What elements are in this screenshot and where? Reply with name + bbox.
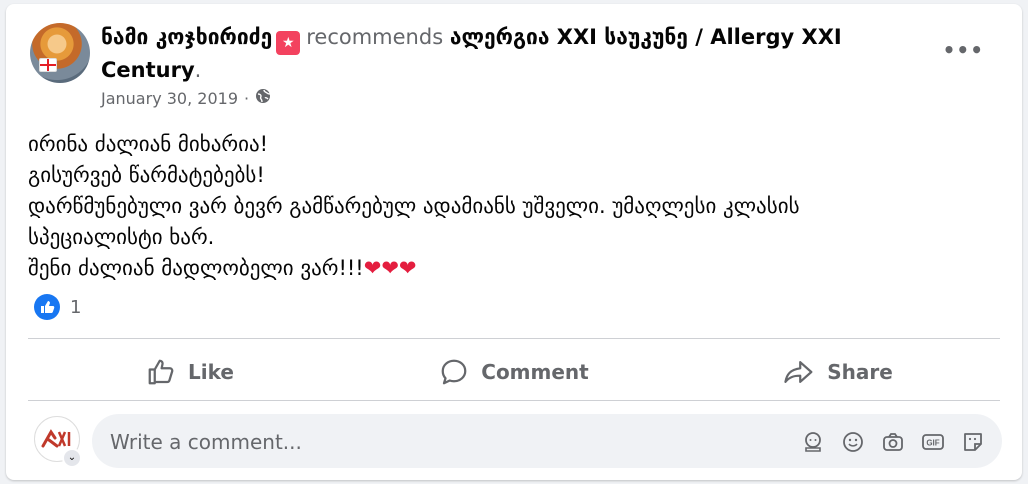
- post-body-line: გისურვებ წარმატებებს!: [28, 163, 265, 187]
- chevron-down-icon[interactable]: ⌄: [62, 448, 82, 468]
- comment-field-container[interactable]: GIF: [92, 414, 1002, 468]
- allergy-page-logo-icon: [41, 429, 71, 448]
- page-name[interactable]: ალერგია XXI საუკუნე / Allergy XXI: [450, 25, 842, 49]
- comment-button-label: Comment: [481, 360, 589, 384]
- comment-bubble-icon: [441, 359, 467, 385]
- author-name[interactable]: ნამი კოჯხირიძე: [101, 25, 272, 49]
- author-avatar[interactable]: [30, 23, 90, 83]
- post-meta: January 30, 2019 ·: [101, 88, 271, 108]
- camera-icon[interactable]: [880, 429, 906, 455]
- avatar-sticker-icon[interactable]: [800, 429, 826, 455]
- post-card: ნამი კოჯხირიძე ★ recommends ალერგია XXI სა…: [6, 4, 1022, 480]
- meta-separator: ·: [244, 88, 250, 108]
- post-body-line: შენი ძალიან მადლობელი ვარ!!!: [28, 256, 364, 280]
- post-body-line-last: შენი ძალიან მადლობელი ვარ!!!❤❤❤: [28, 253, 988, 284]
- heart-emoji-icons: ❤❤❤: [363, 256, 417, 280]
- gif-icon[interactable]: GIF: [920, 429, 946, 455]
- comment-tools: GIF: [800, 429, 986, 455]
- divider: [28, 338, 1000, 339]
- comment-input[interactable]: [108, 428, 712, 456]
- share-button[interactable]: Share: [676, 341, 1000, 403]
- post-body-line: ირინა ძალიან მიხარია!: [28, 132, 269, 156]
- post-body: ირინა ძალიან მიხარია! გისურვებ წარმატებე…: [28, 129, 988, 284]
- thumbs-up-icon: [148, 359, 174, 385]
- reaction-count[interactable]: 1: [70, 297, 81, 318]
- post-date[interactable]: January 30, 2019: [101, 89, 238, 108]
- action-bar: Like Comment Share: [28, 341, 1000, 403]
- reactions-summary[interactable]: 1: [34, 294, 81, 320]
- share-arrow-icon: [784, 361, 813, 383]
- more-options-icon[interactable]: •••: [943, 38, 984, 62]
- comment-composer: ⌄ GIF: [28, 414, 1002, 470]
- globe-icon[interactable]: [255, 88, 271, 108]
- recommend-badge-icon: ★: [276, 31, 301, 55]
- like-button-label: Like: [188, 360, 234, 384]
- sticker-icon[interactable]: [960, 429, 986, 455]
- emoji-icon[interactable]: [840, 429, 866, 455]
- post-body-line: სპეციალისტი ხარ.: [28, 225, 215, 249]
- like-reaction-icon: [34, 294, 60, 320]
- divider: [28, 400, 1000, 401]
- share-button-label: Share: [827, 360, 893, 384]
- post-header: ნამი კოჯხირიძე ★ recommends ალერგია XXI სა…: [101, 22, 901, 86]
- georgia-flag-icon: [39, 58, 57, 72]
- svg-text:GIF: GIF: [926, 439, 939, 448]
- header-period: .: [194, 58, 202, 82]
- post-body-line: დარწმუნებული ვარ ბევრ გამწარებულ ადამიან…: [28, 194, 800, 218]
- page-name-continued[interactable]: Century: [101, 58, 195, 82]
- like-button[interactable]: Like: [28, 341, 352, 403]
- recommends-label: recommends: [306, 25, 444, 49]
- comment-button[interactable]: Comment: [352, 341, 676, 403]
